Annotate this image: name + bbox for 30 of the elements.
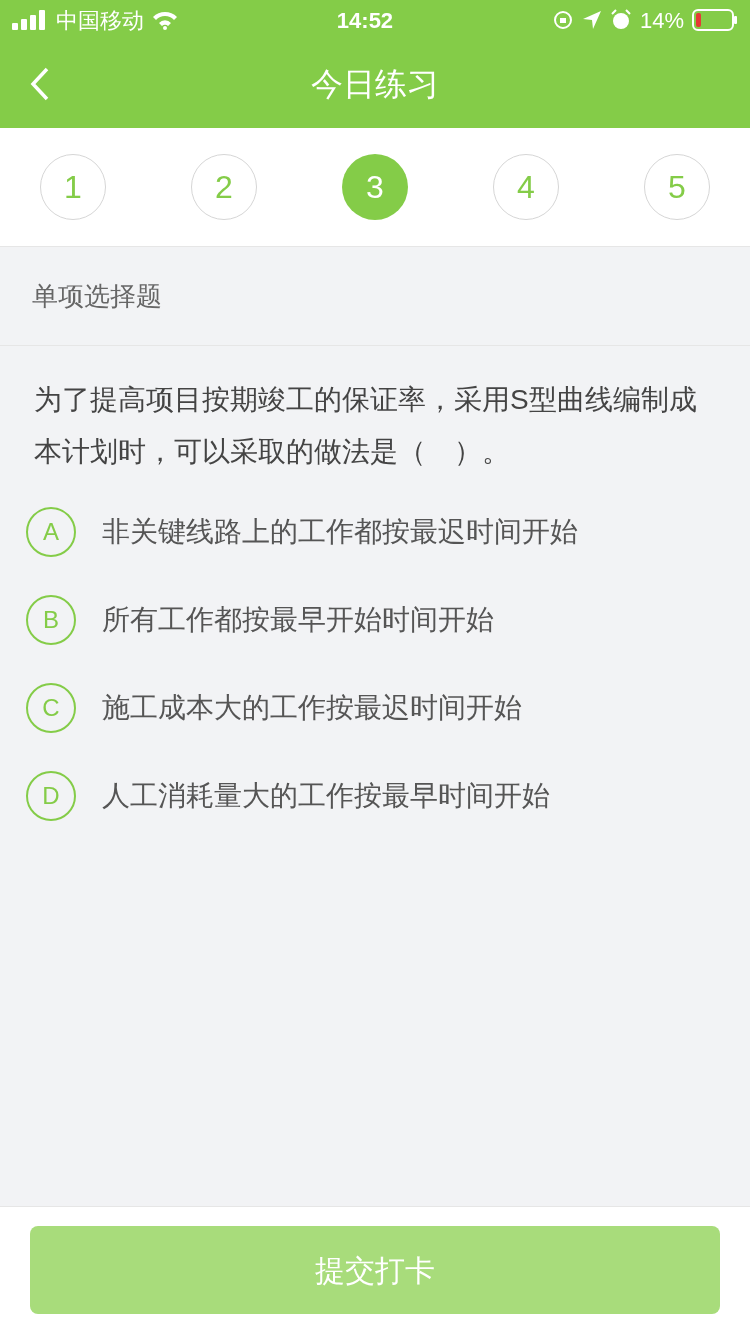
battery-icon <box>692 9 738 31</box>
back-icon <box>30 67 50 101</box>
option-text: 所有工作都按最早开始时间开始 <box>102 603 494 637</box>
carrier-name: 中国移动 <box>56 6 144 35</box>
option-text: 人工消耗量大的工作按最早时间开始 <box>102 779 550 813</box>
signal-icon <box>12 10 48 30</box>
option-text: 施工成本大的工作按最迟时间开始 <box>102 691 522 725</box>
question-step[interactable]: 1 <box>40 154 106 220</box>
option-letter: B <box>26 595 76 645</box>
rotation-lock-icon <box>551 9 574 31</box>
option-letter: D <box>26 771 76 821</box>
question-step[interactable]: 4 <box>493 154 559 220</box>
page-title: 今日练习 <box>311 65 439 104</box>
answer-option[interactable]: C 施工成本大的工作按最迟时间开始 <box>26 664 724 752</box>
option-text: 非关键线路上的工作都按最迟时间开始 <box>102 515 578 549</box>
answer-option[interactable]: D 人工消耗量大的工作按最早时间开始 <box>26 752 724 840</box>
answer-option[interactable]: A 非关键线路上的工作都按最迟时间开始 <box>26 488 724 576</box>
answer-option[interactable]: B 所有工作都按最早开始时间开始 <box>26 576 724 664</box>
location-icon <box>581 10 602 30</box>
question-step[interactable]: 2 <box>191 154 257 220</box>
alarm-icon <box>609 9 632 31</box>
option-letter: C <box>26 683 76 733</box>
question-text: 为了提高项目按期竣工的保证率，采用S型曲线编制成本计划时，可以采取的做法是（ ）。 <box>34 383 698 469</box>
question-step[interactable]: 3 <box>342 154 408 220</box>
question-type: 单项选择题 <box>32 279 162 313</box>
status-time: 14:52 <box>336 6 394 35</box>
question-step[interactable]: 5 <box>644 154 710 220</box>
wifi-icon <box>152 10 178 30</box>
option-letter: A <box>26 507 76 557</box>
battery-percent: 14% <box>639 6 684 35</box>
